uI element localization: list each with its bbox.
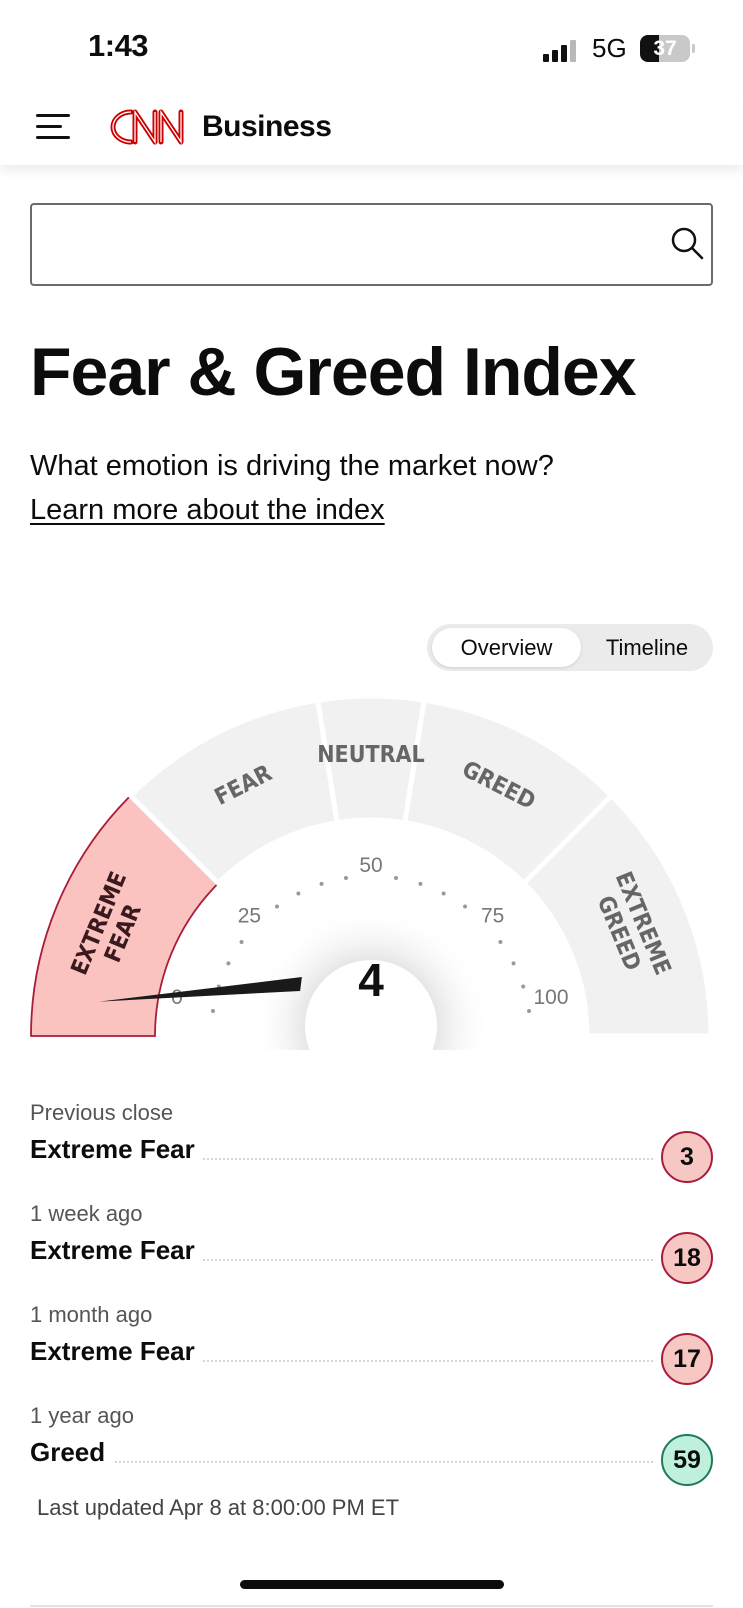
history-period: 1 year ago [30, 1403, 134, 1428]
scale-dot [521, 984, 526, 989]
scale-dot [418, 881, 423, 886]
scale-dot [296, 891, 301, 896]
history-label: Greed [30, 1437, 114, 1468]
history-row: Previous close Extreme Fear 3 [30, 1100, 713, 1195]
history-period: 1 week ago [30, 1201, 143, 1226]
battery-icon: 37 [640, 35, 690, 62]
history-score-badge: 59 [661, 1434, 713, 1486]
site-header: Business [0, 100, 743, 165]
status-time: 1:43 [88, 28, 149, 63]
toggle-timeline[interactable]: Timeline [585, 628, 709, 667]
history-row: 1 year ago Greed 59 [30, 1403, 713, 1498]
battery-nub [692, 44, 695, 53]
history-period: Previous close [30, 1100, 174, 1125]
cellular-signal-icon [543, 38, 581, 62]
scale-dot [239, 939, 244, 944]
gauge-value: 4 [358, 954, 384, 1006]
hamburger-menu-icon[interactable] [36, 112, 72, 142]
scale-tick-label: 25 [238, 904, 261, 927]
history-row: 1 week ago Extreme Fear 18 [30, 1201, 713, 1296]
toggle-overview[interactable]: Overview [432, 628, 581, 667]
zone-label: NEUTRAL [317, 742, 425, 768]
scale-dot [343, 875, 348, 880]
history-score-badge: 17 [661, 1333, 713, 1385]
search-bar [30, 203, 713, 286]
status-bar: 1:43 5G 37 [0, 0, 743, 100]
view-toggle: Overview Timeline [427, 624, 713, 671]
brand-name: Business [202, 110, 332, 143]
scale-dot [226, 961, 231, 966]
scale-tick-label: 50 [359, 854, 382, 877]
page-subtitle: What emotion is driving the market now? [30, 450, 554, 482]
scale-dot [394, 875, 399, 880]
scale-tick-label: 75 [481, 904, 504, 927]
scale-dot [498, 939, 503, 944]
network-type: 5G [592, 33, 627, 63]
scale-dot [511, 961, 516, 966]
history-row: 1 month ago Extreme Fear 17 [30, 1302, 713, 1397]
home-indicator [240, 1580, 504, 1589]
page-title: Fear & Greed Index [30, 334, 637, 410]
search-input[interactable] [46, 217, 646, 273]
scale-tick-label: 100 [533, 986, 568, 1009]
divider [30, 1605, 713, 1607]
learn-more-link[interactable]: Learn more about the index [30, 494, 385, 527]
history-period: 1 month ago [30, 1302, 153, 1327]
scale-dot [441, 891, 446, 896]
dotted-leader [30, 1461, 653, 1463]
scale-dot [319, 881, 324, 886]
scale-dot [210, 1008, 215, 1013]
search-icon[interactable] [669, 225, 705, 261]
fear-greed-gauge: EXTREMEFEARFEARNEUTRALGREEDEXTREMEGREED … [30, 693, 714, 1050]
scale-dot [527, 1008, 532, 1013]
history-score-badge: 18 [661, 1232, 713, 1284]
scale-dot [274, 904, 279, 909]
cnn-logo[interactable] [105, 104, 195, 150]
history-label: Extreme Fear [30, 1134, 203, 1165]
history-label: Extreme Fear [30, 1235, 203, 1266]
history-label: Extreme Fear [30, 1336, 203, 1367]
zone-label-line: NEUTRAL [317, 742, 425, 768]
last-updated: Last updated Apr 8 at 8:00:00 PM ET [37, 1495, 400, 1520]
battery-level: 37 [653, 37, 677, 60]
history-score-badge: 3 [661, 1131, 713, 1183]
scale-dot [463, 904, 468, 909]
